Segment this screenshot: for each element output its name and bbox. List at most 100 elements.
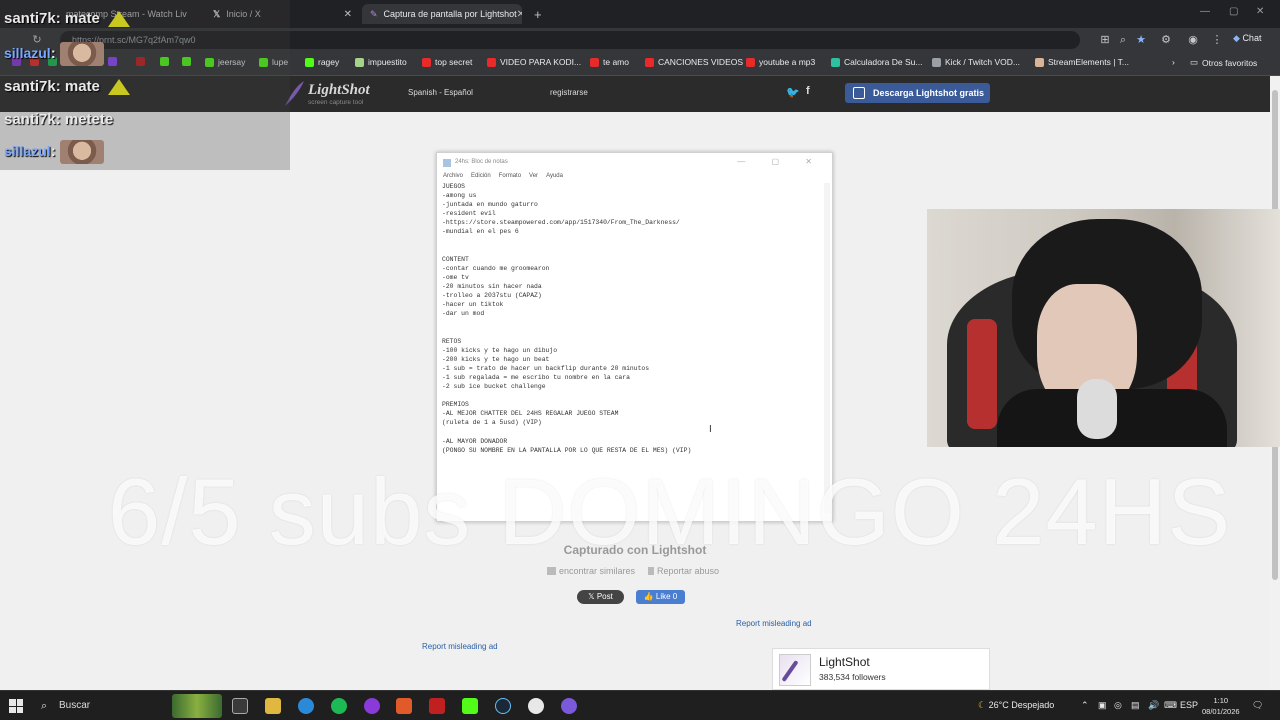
chat-message: santi7k: mate	[4, 78, 131, 96]
bookmark-favicon-icon	[422, 57, 431, 67]
steam-icon[interactable]	[495, 698, 511, 714]
windows-start-icon[interactable]	[9, 699, 23, 713]
other-favorites[interactable]: ▭ Otros favoritos	[1190, 57, 1257, 68]
notepad-line: -ome tv	[442, 273, 469, 281]
minimize-icon[interactable]: —	[1200, 6, 1210, 17]
card-followers: 383,534 followers	[819, 672, 886, 682]
profile-avatar-icon[interactable]: ◉	[1186, 33, 1200, 47]
chat-text: metete	[64, 111, 114, 128]
report-ad-link-left[interactable]: Report misleading ad	[422, 642, 498, 651]
bookmark-item[interactable]: ragey	[305, 57, 339, 67]
bookmark-item[interactable]: Calculadora De Su...	[831, 57, 922, 67]
spotify-icon[interactable]	[331, 698, 347, 714]
logo-name: LightShot	[308, 82, 370, 98]
chat-text: mate	[64, 10, 100, 27]
bookmark-item[interactable]: youtube a mp3	[746, 57, 815, 67]
bookmark-item[interactable]: top secret	[422, 57, 472, 67]
download-lightshot-button[interactable]: Descarga Lightshot gratis	[845, 83, 990, 103]
microphone	[1077, 379, 1117, 439]
lightshot-follow-card[interactable]: LightShot 383,534 followers	[772, 648, 990, 690]
notepad-line: (ruleta de 1 a 5usd) (VIP)	[442, 419, 542, 427]
tray-chevron-icon[interactable]: ⌃	[1081, 700, 1089, 711]
register-link[interactable]: registrarse	[550, 88, 588, 97]
bookmarks-overflow-icon[interactable]: ›	[1172, 57, 1175, 67]
tab-lightshot[interactable]: ✎ Captura de pantalla por Lightshot ✕	[362, 4, 522, 24]
lightshot-card-logo	[779, 654, 811, 686]
kick-icon[interactable]	[462, 698, 478, 714]
video-app-icon[interactable]	[429, 698, 445, 714]
close-tab-icon[interactable]: ✕	[344, 9, 352, 20]
bookmark-item[interactable]: CANCIONES VIDEOS	[645, 57, 743, 67]
task-view-icon[interactable]	[232, 698, 248, 714]
notepad-line: CONTENT	[442, 255, 469, 263]
language-indicator[interactable]: ESP	[1180, 700, 1198, 710]
search-highlight-image	[172, 694, 222, 718]
image-icon	[547, 567, 556, 575]
discord-icon[interactable]	[561, 698, 577, 714]
obs-icon[interactable]	[396, 698, 412, 714]
bookmark-star-icon[interactable]: ★	[1134, 33, 1148, 47]
edge-icon[interactable]	[298, 698, 314, 714]
install-app-icon[interactable]: ⊞	[1098, 33, 1112, 47]
bookmark-item[interactable]: impuestito	[355, 57, 407, 67]
notepad-menu: Archivo Edición Formato Ver Ayuda	[443, 173, 571, 179]
bookmark-favicon-icon	[590, 57, 599, 67]
bookmark-favicon-icon	[305, 57, 314, 67]
volume-icon[interactable]: 🔊	[1148, 700, 1159, 711]
notepad-line: -200 kicks y te hago un beat	[442, 355, 550, 363]
new-tab-button[interactable]: +	[526, 4, 546, 24]
twitter-icon[interactable]: 🐦	[786, 86, 800, 99]
bookmark-favicon-icon	[1035, 57, 1044, 67]
bookmark-item[interactable]: VIDEO PARA KODI...	[487, 57, 581, 67]
bookmark-item[interactable]: Kick / Twitch VOD...	[932, 57, 1020, 67]
x-post-button[interactable]: 𝕏 Post	[577, 590, 624, 604]
zoom-icon[interactable]: ⌕	[1116, 33, 1130, 47]
bookmark-item[interactable]: te amo	[590, 57, 629, 67]
close-window-icon[interactable]: ✕	[1256, 6, 1264, 17]
bookmark-label: Kick / Twitch VOD...	[945, 57, 1020, 67]
tray-app-icon[interactable]: ◎	[1114, 700, 1122, 711]
bookmark-label: te amo	[603, 57, 629, 67]
report-abuse-link[interactable]: Reportar abuso	[648, 566, 719, 576]
network-icon[interactable]: ⌨	[1164, 700, 1177, 711]
tray-app-icon[interactable]: ▤	[1131, 700, 1140, 711]
windows-taskbar: ⌕ Buscar ☾ 26°C Despejado ⌃ ▣ ◎ ▤ 🔊 ⌨ ES…	[0, 690, 1280, 720]
weather-widget[interactable]: ☾ 26°C Despejado	[978, 700, 1054, 711]
text-cursor-icon: I	[709, 424, 712, 435]
tray-app-icon[interactable]: ▣	[1098, 700, 1107, 711]
stream-overlay-banner: 6/5 subs DOMINGO 24HS	[108, 459, 1232, 564]
find-similar-link[interactable]: encontrar similares	[547, 566, 635, 576]
bookmark-item[interactable]: StreamElements | T...	[1035, 57, 1129, 67]
notepad-menu-item: Edición	[471, 173, 491, 179]
notifications-icon[interactable]: 🗨	[1252, 700, 1263, 711]
facebook-like-button[interactable]: 👍 Like 0	[636, 590, 685, 604]
notepad-line: (PONGO SU NOMBRE EN LA PANTALLA POR LO Q…	[442, 446, 692, 454]
bookmark-label: top secret	[435, 57, 473, 67]
notepad-line: -1 sub = trato de hacer un backflip dura…	[442, 364, 650, 372]
menu-dots-icon[interactable]: ⋮	[1210, 33, 1224, 47]
taskbar-clock[interactable]: 1:10 08/01/2026	[1202, 695, 1240, 717]
maximize-icon[interactable]: ▢	[1229, 6, 1238, 17]
bookmark-favicon-icon	[746, 57, 755, 67]
bookmark-label: CANCIONES VIDEOS	[658, 57, 744, 67]
facebook-icon[interactable]: f	[806, 85, 810, 97]
file-explorer-icon[interactable]	[265, 698, 281, 714]
lightshot-feather-icon: ✎	[370, 8, 378, 19]
download-label: Descarga Lightshot gratis	[873, 88, 985, 98]
chrome-icon[interactable]	[528, 698, 544, 714]
weather-label: 26°C Despejado	[988, 700, 1055, 710]
logo-subtitle: screen capture tool	[308, 99, 364, 106]
extensions-icon[interactable]: ⚙	[1159, 33, 1173, 47]
chat-message: sillazul:	[4, 42, 104, 66]
find-similar-label: encontrar similares	[559, 566, 636, 576]
bookmark-label: ragey	[318, 57, 340, 67]
chat-username: santi7k	[4, 78, 56, 95]
fb-like-label: Like 0	[655, 592, 678, 601]
report-ad-link-right[interactable]: Report misleading ad	[736, 619, 812, 628]
streamer-webcam	[927, 209, 1280, 447]
app-c-icon[interactable]	[364, 698, 380, 714]
close-tab-icon[interactable]: ✕	[517, 9, 522, 20]
language-select[interactable]: Spanish - Español	[408, 88, 473, 97]
chat-button[interactable]: ◆ Chat	[1233, 33, 1261, 44]
folder-icon: ▭	[1190, 57, 1199, 67]
